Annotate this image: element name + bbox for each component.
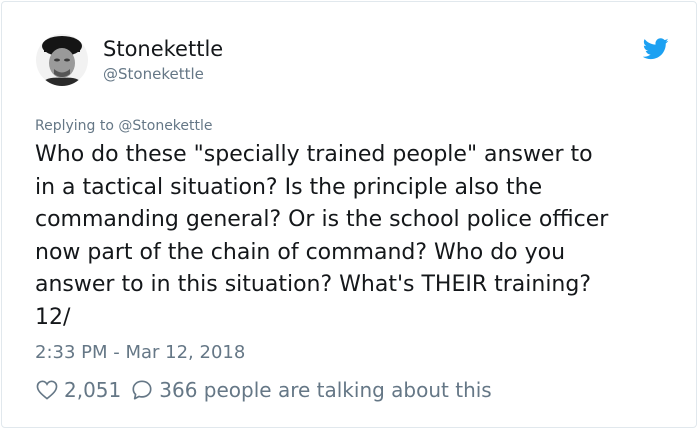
tweet-text: Who do these "specially trained people" … — [35, 139, 675, 335]
tweet-timestamp[interactable]: 2:33 PM - Mar 12, 2018 — [35, 341, 245, 365]
display-name[interactable]: Stonekettle — [103, 36, 223, 62]
tweet-line: commanding general? Or is the school pol… — [35, 207, 609, 233]
speech-bubble-icon[interactable] — [131, 379, 153, 401]
twitter-bird-icon[interactable] — [642, 38, 669, 60]
like-count[interactable]: 2,051 — [64, 378, 121, 402]
avatar[interactable] — [36, 34, 88, 86]
heart-outline-icon[interactable] — [36, 380, 58, 400]
tweet-card: Stonekettle @Stonekettle Replying to @St… — [1, 1, 697, 428]
tweet-line: now part of the chain of command? Who do… — [35, 239, 566, 265]
tweet-line: answer to in this situation? What's THEI… — [35, 272, 592, 298]
user-handle[interactable]: @Stonekettle — [103, 64, 204, 84]
tweet-line: 12/ — [35, 304, 71, 330]
tweet-line: in a tactical situation? Is the principl… — [35, 174, 543, 200]
tweet-actions: 2,051 366 people are talking about this — [36, 376, 492, 404]
talking-count[interactable]: 366 people are talking about this — [159, 378, 491, 402]
tweet-line: Who do these "specially trained people" … — [35, 142, 593, 167]
replying-to-label: Replying to @Stonekettle — [35, 118, 213, 134]
